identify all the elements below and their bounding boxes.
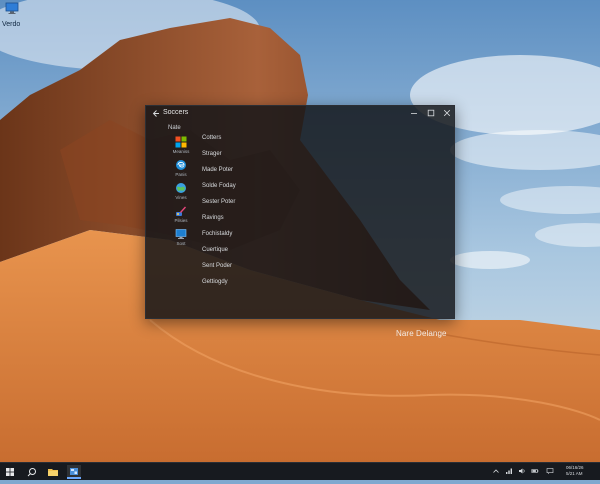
file-explorer-button[interactable] bbox=[46, 465, 60, 479]
desktop-icon-label: Verdo bbox=[2, 21, 21, 28]
folder-icon bbox=[48, 469, 58, 476]
menu-list: Cotters Strager Made Poter Solde Foday S… bbox=[202, 130, 322, 290]
nav-item-pilsies[interactable]: Pilsies bbox=[160, 205, 202, 228]
edge-icon bbox=[176, 160, 186, 170]
clock-date: 06/16/26 bbox=[566, 465, 584, 470]
menu-item[interactable]: Ravings bbox=[202, 210, 322, 226]
maximize-button[interactable] bbox=[424, 108, 438, 119]
taskbar-app-button[interactable] bbox=[67, 465, 81, 479]
nav-item-label: Sost bbox=[176, 241, 186, 246]
desktop-icon-verdo[interactable]: Verdo bbox=[2, 2, 42, 28]
paint-icon bbox=[176, 206, 186, 216]
chevron-up-icon[interactable] bbox=[492, 467, 500, 475]
menu-item[interactable]: Made Poter bbox=[202, 162, 322, 178]
close-button[interactable] bbox=[440, 108, 454, 119]
menu-item[interactable]: Cotters bbox=[202, 130, 322, 146]
taskbar-clock[interactable]: 06/16/26 5/21 AM bbox=[566, 465, 598, 477]
network-icon[interactable] bbox=[505, 467, 513, 475]
nav-item-label: Panis bbox=[175, 172, 187, 177]
message-icon[interactable] bbox=[546, 467, 554, 475]
clock-time: 5/21 AM bbox=[566, 471, 583, 476]
desktop-watermark: Nare Delange bbox=[396, 329, 447, 338]
menu-item[interactable]: Sester Poter bbox=[202, 194, 322, 210]
window-title: Soccers bbox=[163, 109, 189, 116]
nav-item-panis[interactable]: Panis bbox=[160, 159, 202, 182]
minimize-button[interactable] bbox=[407, 108, 421, 119]
nav-item-label: Meaniss bbox=[172, 149, 190, 154]
nav-item-label: Vines bbox=[175, 195, 187, 200]
menu-item[interactable]: Cuertique bbox=[202, 242, 322, 258]
battery-icon[interactable] bbox=[531, 467, 539, 475]
app-window: Soccers Nate Meaniss Panis Vines Pilsies… bbox=[145, 105, 455, 319]
menu-item[interactable]: Gettiogdy bbox=[202, 274, 322, 290]
nav-header: Nate bbox=[168, 125, 181, 131]
arrow-left-icon[interactable] bbox=[151, 109, 160, 118]
nav-sidebar: Meaniss Panis Vines Pilsies Sost bbox=[160, 136, 202, 251]
display-icon bbox=[175, 229, 187, 239]
menu-item[interactable]: Fochistaldy bbox=[202, 226, 322, 242]
menu-item[interactable]: Solde Foday bbox=[202, 178, 322, 194]
search-icon bbox=[27, 468, 36, 477]
settings-app-icon bbox=[70, 468, 78, 475]
taskbar: 06/16/26 5/21 AM bbox=[0, 462, 600, 480]
desktop: Verdo Nare Delange Soccers Nate Meaniss … bbox=[0, 0, 600, 462]
minimize-icon bbox=[411, 113, 417, 114]
start-button[interactable] bbox=[3, 465, 17, 479]
close-icon bbox=[443, 109, 451, 117]
menu-item[interactable]: Strager bbox=[202, 146, 322, 162]
nav-item-label: Pilsies bbox=[174, 218, 188, 223]
nav-item-meaniss[interactable]: Meaniss bbox=[160, 136, 202, 159]
nav-item-sost[interactable]: Sost bbox=[160, 228, 202, 251]
window-titlebar[interactable]: Soccers bbox=[146, 106, 454, 122]
monitor-icon bbox=[5, 2, 19, 14]
menu-item[interactable]: Sent Poder bbox=[202, 258, 322, 274]
search-button[interactable] bbox=[25, 465, 39, 479]
nav-item-vines[interactable]: Vines bbox=[160, 182, 202, 205]
globe-icon bbox=[176, 183, 186, 193]
volume-icon[interactable] bbox=[518, 467, 526, 475]
maximize-icon bbox=[427, 109, 435, 117]
windows-logo-icon bbox=[175, 136, 187, 148]
windows-start-icon bbox=[6, 468, 14, 476]
